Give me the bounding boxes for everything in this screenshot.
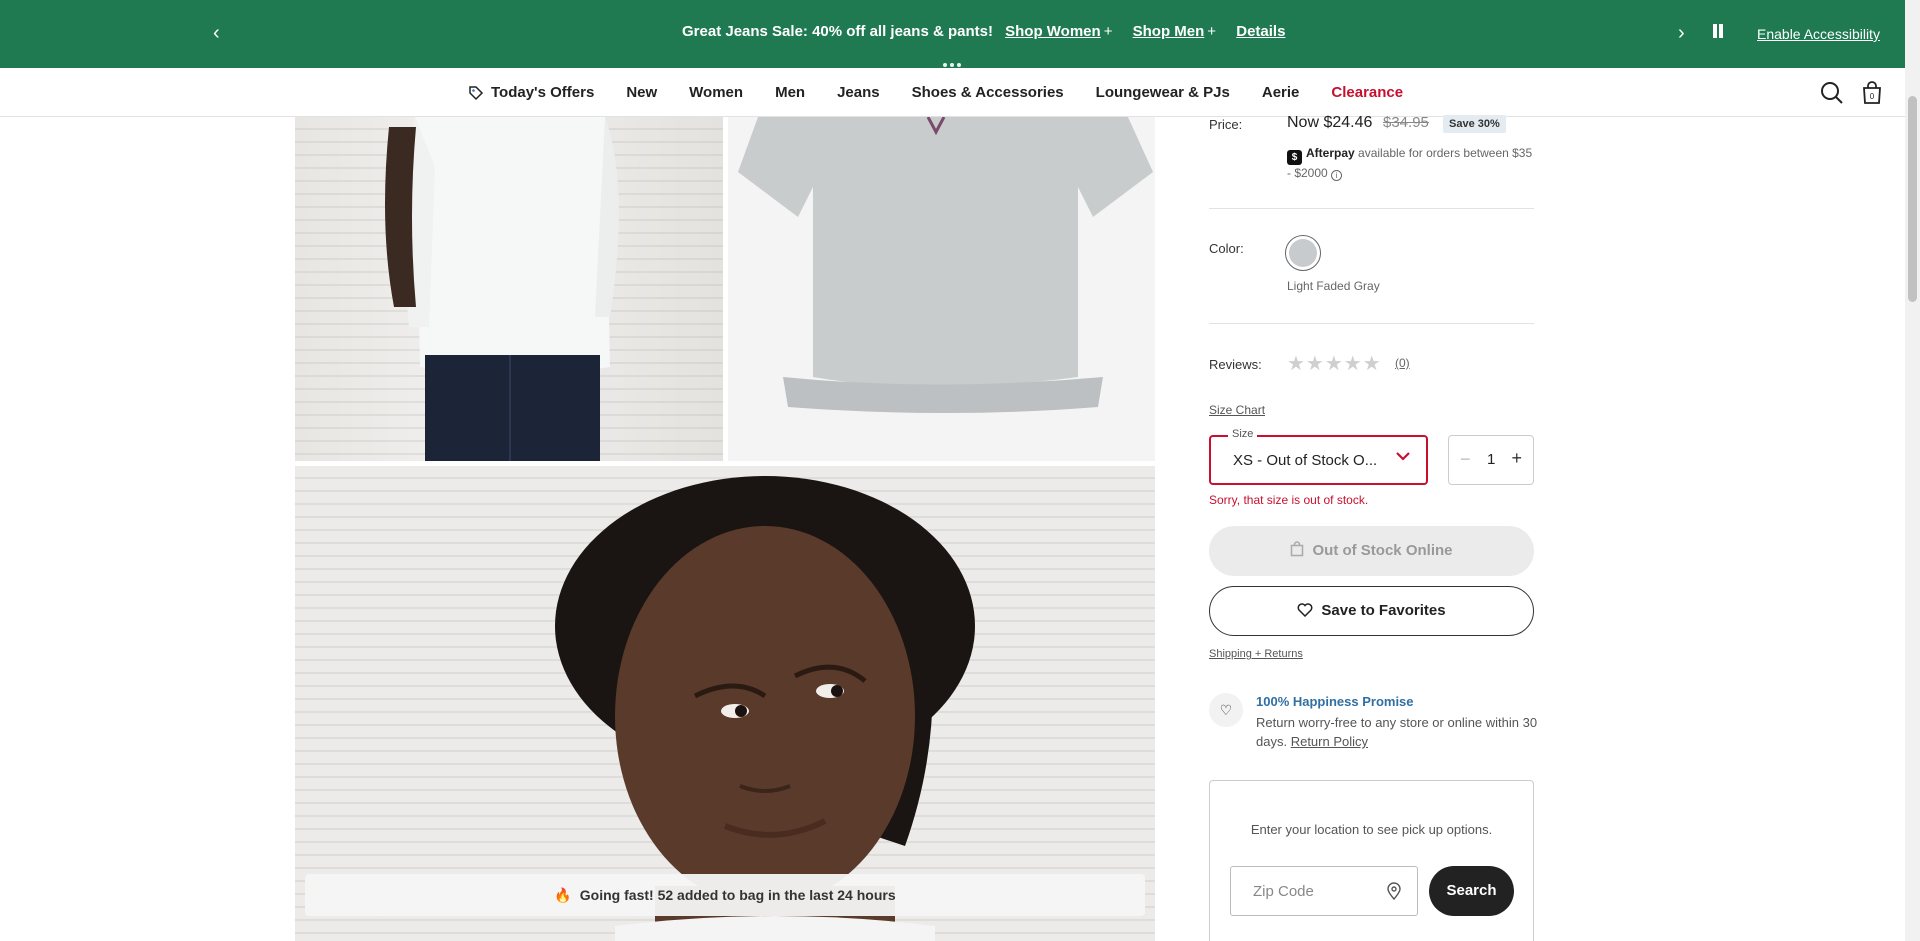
size-chart-link[interactable]: Size Chart [1209,403,1265,417]
price-now: Now $24.46 [1287,114,1373,131]
price-original: $34.95 [1383,114,1429,131]
rating-stars: ★★★★★ [1287,353,1382,375]
happiness-title: 100% Happiness Promise [1256,694,1414,709]
save-to-favorites-button[interactable]: Save to Favorites [1209,586,1534,636]
afterpay-brand: Afterpay [1306,146,1355,160]
out-of-stock-label: Out of Stock Online [1312,542,1453,559]
tag-icon [469,85,484,100]
color-name: Light Faded Gray [1287,279,1380,293]
price-label: Price: [1209,117,1243,132]
divider [1209,208,1534,209]
size-select[interactable]: Size XS - Out of Stock O... [1209,428,1428,485]
tshirt-flat-illustration [738,117,1153,413]
size-legend: Size [1228,428,1258,440]
nav-item-loungewear-pjs[interactable]: Loungewear & PJs [1096,84,1230,101]
nav-item-todays-offers[interactable]: Today's Offers [468,84,594,101]
product-image-flat[interactable] [728,117,1155,461]
pause-icon[interactable] [1711,24,1725,38]
flame-icon: 🔥 [554,887,572,903]
happiness-heart-icon: ♡ [1209,693,1243,727]
afterpay-info: $ Afterpay available for orders between $… [1287,145,1537,182]
nav-item-women[interactable]: Women [689,84,743,101]
scrollbar-thumb[interactable] [1908,96,1917,302]
bag-icon [1291,541,1304,557]
return-policy-link[interactable]: Return Policy [1291,734,1368,749]
quantity-value[interactable]: 1 [1487,451,1495,468]
shop-men-link[interactable]: Shop Men [1133,23,1205,40]
promo-banner: ‹ Great Jeans Sale: 40% off all jeans & … [0,0,1905,68]
info-icon[interactable]: i [1331,170,1343,181]
search-icon[interactable] [1819,80,1845,106]
nav-item-jeans[interactable]: Jeans [837,84,880,101]
nav-item-shoes-accessories[interactable]: Shoes & Accessories [912,84,1064,101]
shipping-returns-link[interactable]: Shipping + Returns [1209,648,1303,660]
heart-icon [1297,603,1313,618]
promo-message-row: Great Jeans Sale: 40% off all jeans & pa… [682,23,1285,40]
search-button[interactable]: Search [1429,866,1514,916]
model-back-illustration [385,117,619,461]
afterpay-logo-icon: $ [1287,150,1302,165]
shopping-bag-icon[interactable]: 0 [1859,80,1885,106]
color-swatch[interactable] [1285,235,1321,271]
details-link[interactable]: Details [1236,23,1285,40]
promo-prev-arrow[interactable]: ‹ [213,22,220,45]
nav-label: Today's Offers [491,84,595,101]
shop-women-link[interactable]: Shop Women [1005,23,1101,40]
shop-women-plus-icon[interactable]: + [1104,23,1113,40]
nav-item-aerie[interactable]: Aerie [1262,84,1300,101]
color-label: Color: [1209,241,1244,256]
nav-item-men[interactable]: Men [775,84,805,101]
enable-accessibility-link[interactable]: Enable Accessibility [1757,26,1880,42]
happiness-text-block: Return worry-free to any store or online… [1256,713,1541,751]
size-error-message: Sorry, that size is out of stock. [1209,493,1369,507]
reviews-label: Reviews: [1209,357,1262,372]
main-nav: Today's Offers New Women Men Jeans Shoes… [0,68,1905,117]
going-fast-banner: 🔥 Going fast! 52 added to bag in the last… [305,874,1145,916]
product-image-portrait[interactable] [295,466,1155,941]
model-portrait-illustration [555,476,975,941]
shop-men-plus-icon[interactable]: + [1207,23,1216,40]
save-badge: Save 30% [1443,115,1506,133]
decrement-button[interactable]: − [1460,449,1471,470]
pickup-prompt: Enter your location to see pick up optio… [1250,822,1493,837]
increment-button[interactable]: + [1511,448,1522,469]
bag-count: 0 [1870,92,1875,101]
pickup-options-box: Enter your location to see pick up optio… [1209,780,1534,941]
nav-item-new[interactable]: New [626,84,657,101]
product-image-back[interactable] [295,117,723,461]
promo-message: Great Jeans Sale: 40% off all jeans & pa… [682,23,993,40]
promo-next-arrow[interactable]: › [1678,22,1685,45]
favorites-label: Save to Favorites [1321,602,1446,619]
out-of-stock-button[interactable]: Out of Stock Online [1209,526,1534,576]
nav-item-clearance[interactable]: Clearance [1331,84,1403,101]
divider [1209,323,1534,324]
chevron-down-icon [1396,452,1410,461]
size-value: XS - Out of Stock O... [1233,452,1378,469]
location-pin-icon[interactable] [1386,882,1402,900]
going-fast-text: Going fast! 52 added to bag in the last … [579,887,896,903]
review-count-link[interactable]: (0) [1395,356,1410,370]
quantity-stepper: − 1 + [1448,435,1534,485]
